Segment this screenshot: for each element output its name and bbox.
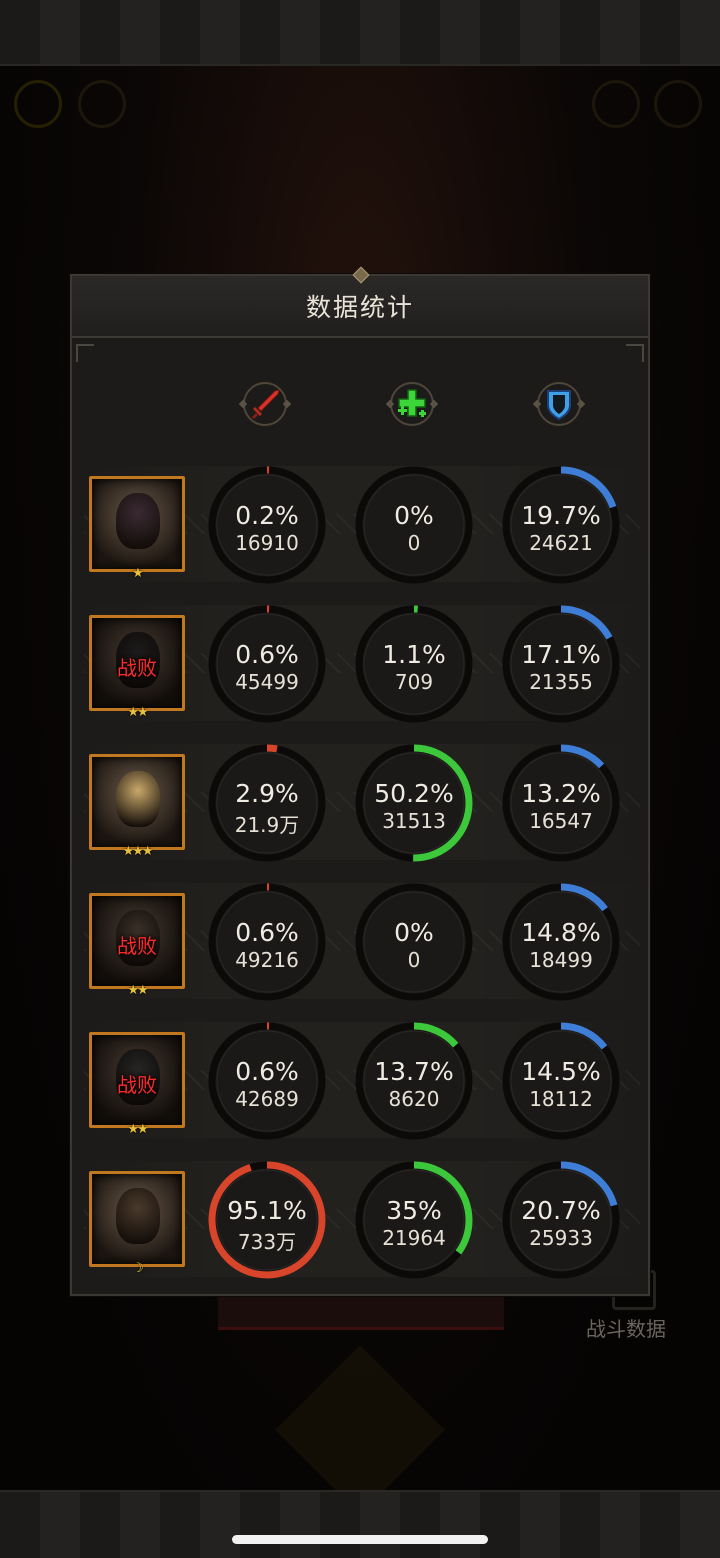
defense-column-header — [531, 376, 587, 432]
hero-rank-stars: ★★ — [127, 705, 148, 720]
value-text: 21355 — [529, 670, 593, 694]
value-text: 42689 — [235, 1087, 299, 1111]
hero-face — [116, 493, 160, 549]
value-text: 16547 — [529, 809, 593, 833]
stats-row: ★★★ 2.9% 21.9万 50.2% 31513 13.2% 16547 — [84, 744, 640, 862]
percentage-text: 50.2% — [374, 779, 454, 808]
percentage-text: 13.7% — [374, 1057, 454, 1086]
value-text: 21964 — [382, 1226, 446, 1250]
stats-row: 战败 ★★ 0.6% 49216 0% 0 14.8% 18499 — [84, 883, 640, 1001]
value-text: 709 — [394, 670, 434, 694]
damage-gauge: 0.6% 45499 — [208, 605, 326, 723]
damage-gauge: 0.6% 42689 — [208, 1022, 326, 1140]
damage-gauge: 95.1% 733万 — [208, 1161, 326, 1279]
battle-data-label: 战斗数据 — [586, 1317, 666, 1341]
statistics-panel: 数据统计 ★ 0.2% 16910 0% 0 19.7% 24621 战败 ★★ 0.6% 4549… — [70, 266, 650, 1296]
percentage-text: 19.7% — [521, 501, 601, 530]
stats-row: ★ 0.2% 16910 0% 0 19.7% 24621 — [84, 466, 640, 584]
hero-portrait[interactable]: 战败 ★★ — [89, 893, 185, 998]
hero-rank-stars: ★★★ — [122, 844, 154, 859]
percentage-text: 1.1% — [382, 640, 446, 669]
hero-rank-stars: ★ — [132, 566, 144, 581]
value-text: 31513 — [382, 809, 446, 833]
heal-gauge: 35% 21964 — [355, 1161, 473, 1279]
percentage-text: 20.7% — [521, 1196, 601, 1225]
hero-portrait[interactable]: 战败 ★★ — [89, 615, 185, 720]
damage-column-header — [237, 376, 293, 432]
defense-gauge: 14.8% 18499 — [502, 883, 620, 1001]
damage-gauge: 0.2% 16910 — [208, 466, 326, 584]
menu-icon — [592, 80, 640, 128]
hero-face — [116, 1188, 160, 1244]
hero-rank-stars: ☽ — [132, 1261, 144, 1276]
damage-gauge: 2.9% 21.9万 — [208, 744, 326, 862]
stats-row: 战败 ★★ 0.6% 42689 13.7% 8620 14.5% 18112 — [84, 1022, 640, 1140]
value-text: 8620 — [388, 1087, 440, 1111]
defense-gauge: 13.2% 16547 — [502, 744, 620, 862]
damage-gauge: 0.6% 49216 — [208, 883, 326, 1001]
play-speed-icon — [14, 80, 62, 128]
panel-header: 数据统计 — [72, 276, 648, 338]
hero-portrait[interactable]: ★★★ — [89, 754, 185, 859]
value-text: 16910 — [235, 531, 299, 555]
corner-ornament — [76, 344, 94, 362]
value-text: 21.9万 — [234, 813, 300, 837]
heal-gauge: 0% 0 — [355, 466, 473, 584]
value-text: 0 — [407, 531, 421, 555]
value-text: 45499 — [235, 670, 299, 694]
value-text: 18112 — [529, 1087, 593, 1111]
heal-gauge: 1.1% 709 — [355, 605, 473, 723]
settings-icon — [654, 80, 702, 128]
stats-row: ☽ 95.1% 733万 35% 21964 20.7% 25933 — [84, 1161, 640, 1279]
percentage-text: 0% — [394, 501, 434, 530]
auto-battle-icon — [78, 80, 126, 128]
percentage-text: 0.6% — [235, 640, 299, 669]
defeated-label: 战败 — [117, 656, 157, 680]
top-bar — [0, 0, 720, 66]
percentage-text: 0.2% — [235, 501, 299, 530]
heal-gauge: 50.2% 31513 — [355, 744, 473, 862]
percentage-text: 13.2% — [521, 779, 601, 808]
value-text: 24621 — [529, 531, 593, 555]
percentage-text: 0.6% — [235, 918, 299, 947]
hero-portrait[interactable]: 战败 ★★ — [89, 1032, 185, 1137]
defense-gauge: 17.1% 21355 — [502, 605, 620, 723]
hero-rank-stars: ★★ — [127, 983, 148, 998]
percentage-text: 0.6% — [235, 1057, 299, 1086]
defeated-label: 战败 — [117, 934, 157, 958]
value-text: 733万 — [237, 1230, 297, 1254]
corner-ornament — [626, 344, 644, 362]
hero-rank-stars: ★★ — [127, 1122, 148, 1137]
heal-gauge: 0% 0 — [355, 883, 473, 1001]
percentage-text: 14.5% — [521, 1057, 601, 1086]
defense-gauge: 20.7% 25933 — [502, 1161, 620, 1279]
defense-gauge: 14.5% 18112 — [502, 1022, 620, 1140]
hero-portrait[interactable]: ☽ — [89, 1171, 185, 1276]
stats-row: 战败 ★★ 0.6% 45499 1.1% 709 17.1% 21355 — [84, 605, 640, 723]
percentage-text: 14.8% — [521, 918, 601, 947]
panel-title: 数据统计 — [305, 293, 414, 322]
value-text: 25933 — [529, 1226, 593, 1250]
percentage-text: 2.9% — [235, 779, 299, 808]
percentage-text: 35% — [386, 1196, 442, 1225]
hero-face — [116, 771, 160, 827]
defense-gauge: 19.7% 24621 — [502, 466, 620, 584]
value-text: 0 — [407, 948, 421, 972]
bottom-bar — [0, 1490, 720, 1558]
result-banner-background — [218, 1296, 504, 1330]
value-text: 18499 — [529, 948, 593, 972]
home-indicator[interactable] — [232, 1535, 488, 1544]
defeated-label: 战败 — [117, 1073, 157, 1097]
percentage-text: 17.1% — [521, 640, 601, 669]
percentage-text: 95.1% — [227, 1196, 307, 1225]
hero-portrait[interactable]: ★ — [89, 476, 185, 581]
value-text: 49216 — [235, 948, 299, 972]
heal-gauge: 13.7% 8620 — [355, 1022, 473, 1140]
percentage-text: 0% — [394, 918, 434, 947]
healing-column-header — [384, 376, 440, 432]
